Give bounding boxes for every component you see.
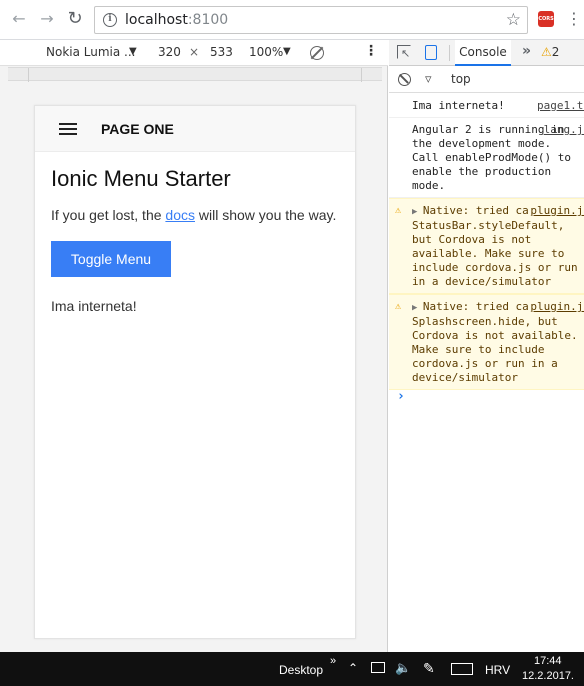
console-source-link[interactable]: plugin.js <box>528 300 584 314</box>
console-log[interactable]: Ima interneta! page1.ts <box>389 94 584 118</box>
intro-before: If you get lost, the <box>51 207 166 223</box>
url-port: :8100 <box>187 12 229 28</box>
tab-console[interactable]: Console <box>455 40 511 66</box>
toolbar-expand-icon[interactable]: » <box>330 655 336 667</box>
intro-after: will show you the way. <box>194 207 337 223</box>
zoom-caret-icon[interactable]: ▼ <box>283 46 291 57</box>
device-toolbar: Nokia Lumia ... ▼ 320 × 533 100% ▼ ⋮ <box>0 40 388 66</box>
console-source-link[interactable]: page1.ts <box>535 99 584 113</box>
clock-date[interactable]: 12.2.2017. <box>522 670 574 682</box>
console-prompt[interactable]: › <box>397 390 405 404</box>
show-hidden-icons-icon[interactable]: ⌃ <box>348 661 358 675</box>
console-toolbar: ▿ top <box>389 67 584 93</box>
rotate-disabled-icon[interactable] <box>310 46 324 60</box>
expand-triangle-icon[interactable]: ▶ <box>412 207 423 217</box>
network-icon[interactable] <box>371 662 385 673</box>
reload-icon[interactable]: ↻ <box>64 8 86 30</box>
volume-icon[interactable]: 🔈 <box>395 660 411 676</box>
bookmark-star-icon[interactable]: ☆ <box>506 10 521 30</box>
device-select[interactable]: Nokia Lumia ... <box>46 45 135 59</box>
toggle-device-toolbar-icon[interactable] <box>425 45 437 60</box>
device-height-input[interactable]: 533 <box>210 45 233 59</box>
dimension-times: × <box>189 45 200 59</box>
warning-count: 2 <box>551 45 560 59</box>
toggle-menu-button[interactable]: Toggle Menu <box>51 241 171 277</box>
info-icon[interactable]: i <box>103 13 117 27</box>
cors-extension-icon[interactable]: CORS <box>538 11 554 27</box>
touch-keyboard-icon[interactable] <box>451 663 473 675</box>
filter-icon[interactable]: ▿ <box>425 72 432 87</box>
expand-triangle-icon[interactable]: ▶ <box>412 303 423 313</box>
console-warning[interactable]: ⚠ ▶ Native: tried calling Splashscreen.hi… <box>389 294 584 390</box>
console-source-link[interactable]: lang.js <box>542 123 584 137</box>
input-language[interactable]: HRV <box>485 663 510 677</box>
url-host: localhost <box>125 12 188 28</box>
pen-workspace-icon[interactable]: ✎ <box>423 660 435 677</box>
connection-status-text: Ima interneta! <box>51 298 137 314</box>
warning-count-badge[interactable]: ⚠2 <box>541 45 559 59</box>
devtools-panel: Console » ⚠2 ▿ top Ima interneta!page1.t… <box>389 40 584 652</box>
docs-link[interactable]: docs <box>165 207 195 223</box>
context-selector[interactable]: top <box>451 72 471 86</box>
hamburger-menu-icon[interactable] <box>59 123 77 135</box>
clear-console-icon[interactable] <box>398 73 411 86</box>
heading: Ionic Menu Starter <box>51 166 231 191</box>
more-tabs-icon[interactable]: » <box>522 43 531 59</box>
device-viewport: Nokia Lumia ... ▼ 320 × 533 100% ▼ ⋮ PAG… <box>0 40 388 652</box>
emulated-device-screen: PAGE ONE Ionic Menu Starter If you get l… <box>34 105 356 639</box>
tab-divider <box>449 45 450 61</box>
console-log[interactable]: Angular 2 is running in the development … <box>389 118 584 198</box>
clock-time[interactable]: 17:44 <box>534 655 562 667</box>
warning-icon: ⚠ <box>395 301 402 312</box>
page-title: PAGE ONE <box>101 121 174 137</box>
console-message-text: Ima interneta! <box>412 99 505 112</box>
devtools-tabbar: Console » ⚠2 <box>389 40 584 66</box>
windows-taskbar: Desktop » ⌃ 🔈 ✎ HRV 17:44 12.2.2017. <box>0 652 584 686</box>
device-select-caret-icon[interactable]: ▼ <box>129 46 137 57</box>
desktop-toolbar-label[interactable]: Desktop <box>279 663 323 677</box>
url-text[interactable]: localhost:8100 <box>125 12 228 28</box>
console-warning[interactable]: ⚠ ▶ Native: tried calling StatusBar.style… <box>389 198 584 294</box>
more-options-icon[interactable]: ⋮ <box>364 43 378 59</box>
media-query-ruler[interactable] <box>8 67 382 82</box>
inspect-element-icon[interactable] <box>397 45 411 60</box>
console-source-link[interactable]: plugin.js <box>528 204 584 218</box>
back-arrow-icon[interactable]: ← <box>8 8 30 30</box>
app-content: Ionic Menu Starter If you get lost, the … <box>51 152 347 314</box>
warning-icon: ⚠ <box>541 45 552 59</box>
forward-arrow-icon[interactable]: → <box>36 8 58 30</box>
warning-icon: ⚠ <box>395 205 402 216</box>
zoom-select[interactable]: 100% <box>249 45 283 59</box>
address-bar[interactable]: i localhost:8100 ☆ <box>94 6 528 34</box>
device-width-input[interactable]: 320 <box>158 45 181 59</box>
browser-toolbar: ← → ↻ i localhost:8100 ☆ CORS ⋮ <box>0 0 584 40</box>
intro-text: If you get lost, the docs will show you … <box>51 206 347 224</box>
console-messages: Ima interneta! page1.ts Angular 2 is runni… <box>389 94 584 408</box>
chrome-menu-icon[interactable]: ⋮ <box>566 9 582 29</box>
app-header: PAGE ONE <box>35 106 355 152</box>
